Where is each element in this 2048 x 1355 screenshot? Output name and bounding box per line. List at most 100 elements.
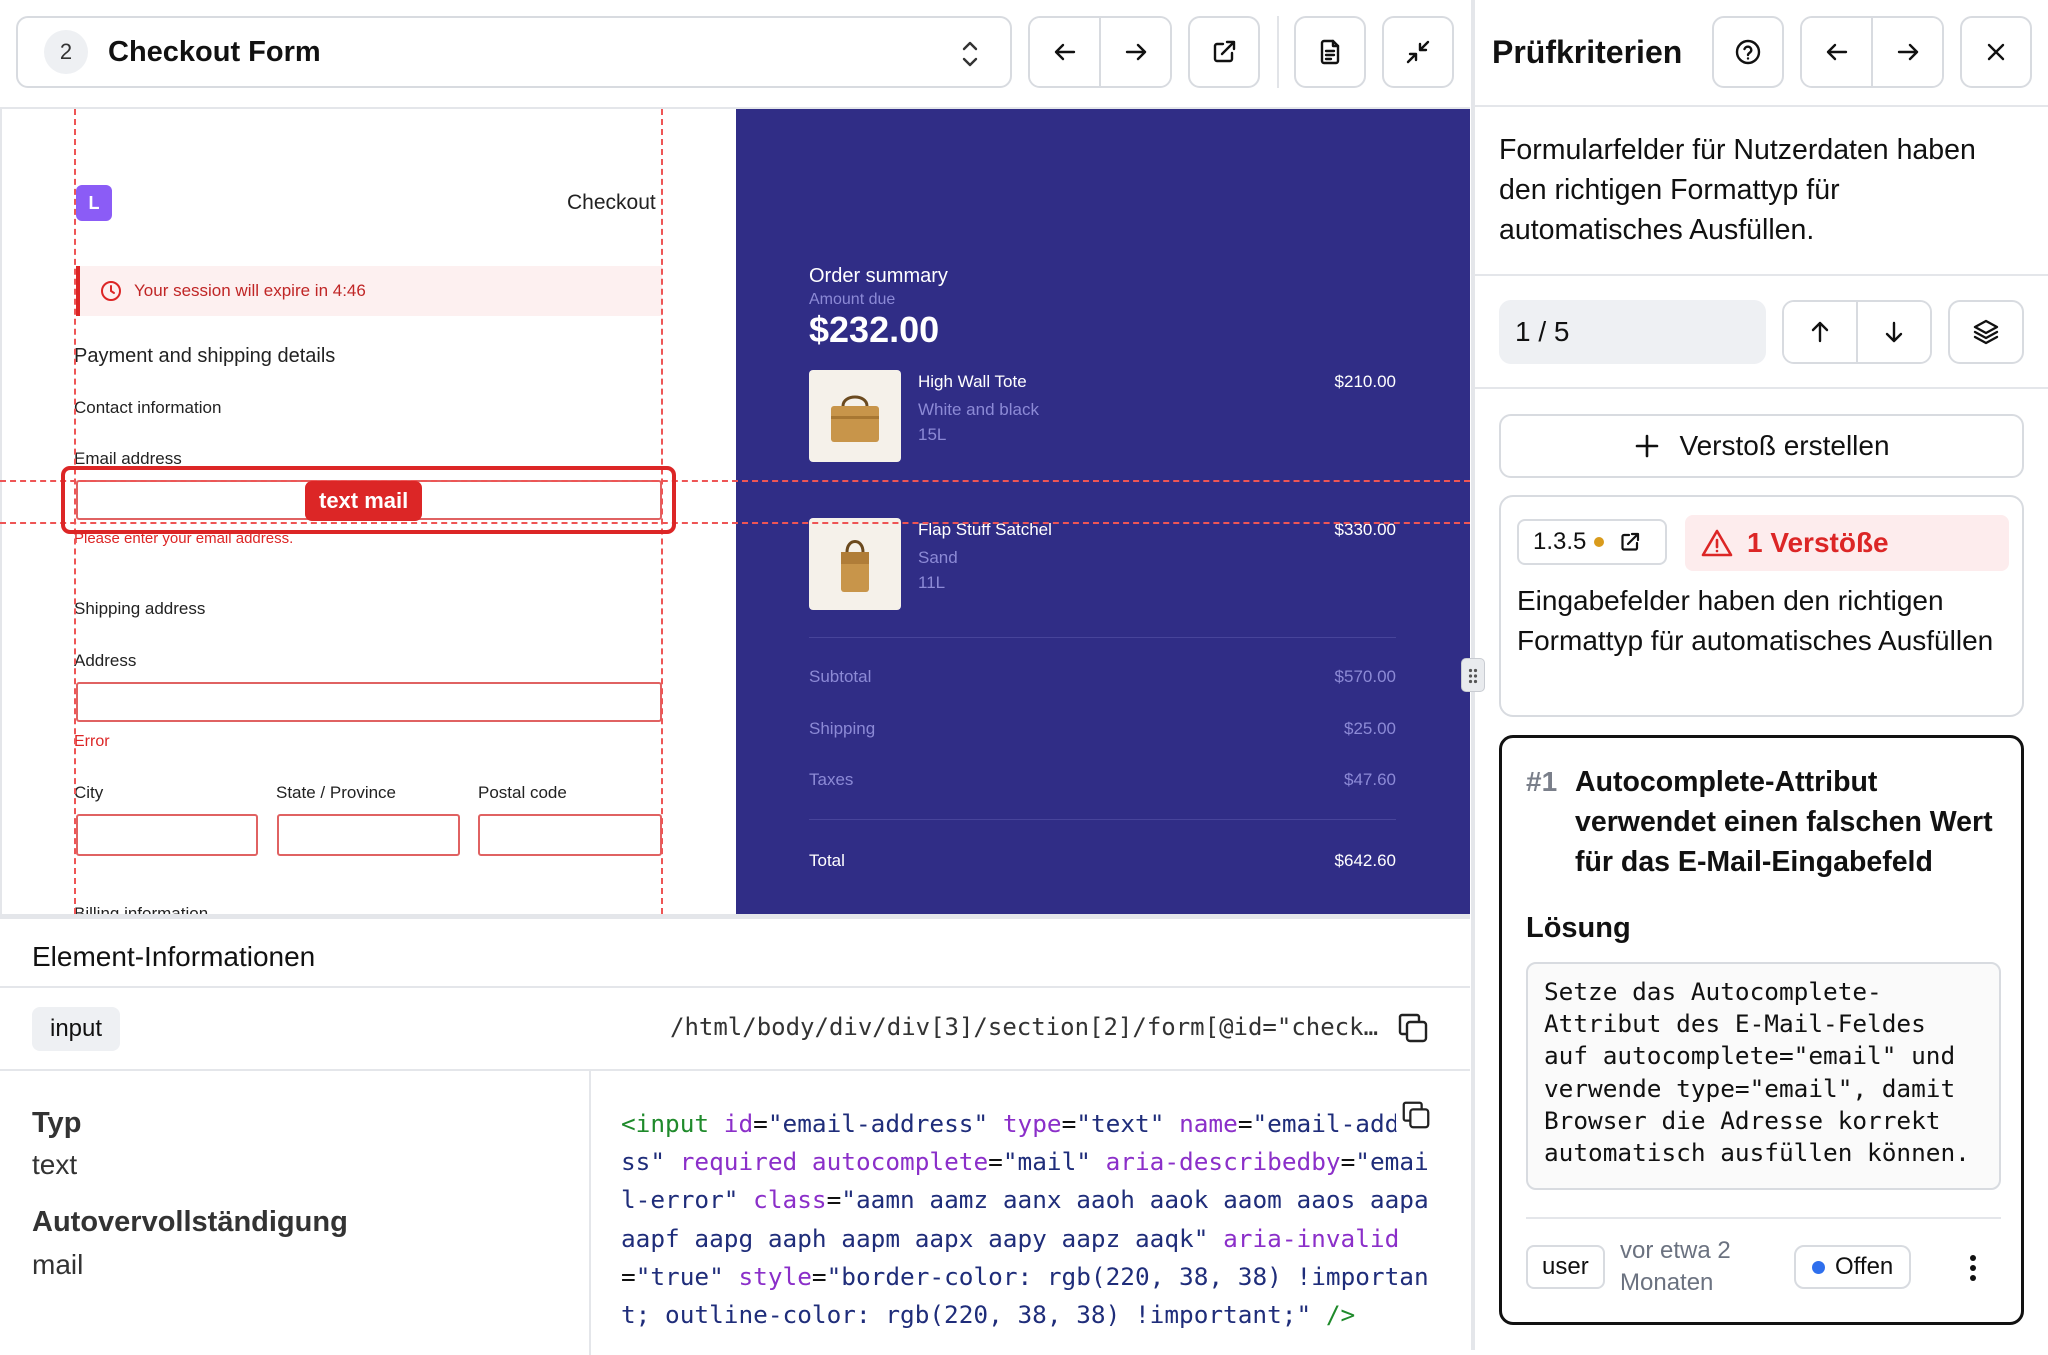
- element-tag-badge: input: [32, 1007, 121, 1051]
- tote-bag-icon: [831, 395, 879, 442]
- clock-icon: [101, 281, 121, 301]
- code-tag: <input: [621, 1109, 710, 1138]
- divider: [1475, 387, 2048, 389]
- address-error-text: Error: [74, 733, 110, 750]
- item-price: $210.00: [1334, 372, 1396, 391]
- help-icon: [1735, 39, 1761, 65]
- city-label: City: [74, 783, 104, 802]
- subtotal-value: $570.00: [1334, 667, 1396, 686]
- product-image-tote: [809, 370, 901, 462]
- amount-due-value: $232.00: [809, 309, 940, 350]
- step-number: 2: [59, 39, 73, 64]
- code-copy-button[interactable]: [1396, 1095, 1436, 1135]
- state-label: State / Province: [276, 783, 397, 802]
- page-preview: L Checkout Your session will expire in 4…: [0, 107, 1470, 914]
- code-attr: autocomplete: [811, 1147, 989, 1177]
- code-attr: class: [753, 1185, 827, 1215]
- next-violation-button[interactable]: [1856, 302, 1930, 362]
- external-link-icon: [1213, 40, 1236, 63]
- status-label: Offen: [1835, 1253, 1894, 1280]
- item-variant: Sand: [918, 548, 958, 567]
- divider: [1475, 274, 2048, 276]
- city-input[interactable]: [76, 814, 258, 856]
- arrow-left-icon: [1826, 43, 1847, 61]
- code-attr: aria-invalid: [1223, 1223, 1400, 1253]
- divider: [0, 986, 1470, 988]
- status-badge[interactable]: Offen: [1794, 1245, 1912, 1289]
- element-info-panel: Element-Informationen input /html/body/d…: [0, 914, 1470, 1355]
- divider: [1526, 1217, 2001, 1219]
- element-xpath: /html/body/div/div[3]/section[2]/form[@i…: [670, 1013, 1379, 1041]
- amount-due-label: Amount due: [809, 291, 896, 308]
- item-variant: White and black: [918, 400, 1039, 419]
- toolbar-divider: [1277, 16, 1279, 88]
- code-value: "text": [1076, 1109, 1165, 1138]
- warning-icon: [1701, 529, 1733, 557]
- document-button[interactable]: [1294, 16, 1366, 88]
- copy-icon[interactable]: [1396, 1011, 1430, 1045]
- open-external-button[interactable]: [1188, 16, 1260, 88]
- prop-key: Autovervollständigung: [32, 1206, 348, 1238]
- rule-card[interactable]: 1.3.5 1 Verstöße Eingabefelder haben den…: [1499, 495, 2024, 717]
- logo: L: [76, 185, 112, 221]
- prop-key: Typ: [32, 1107, 82, 1139]
- code-attr: aria-describedby: [1105, 1147, 1341, 1177]
- billing-info-label: Billing information: [74, 904, 209, 914]
- sc-number: 1.3.5: [1533, 528, 1587, 555]
- criterion-description: Formularfelder für Nutzerdaten haben den…: [1499, 134, 1976, 246]
- issue-timestamp: vor etwa 2 Monaten: [1620, 1237, 1731, 1296]
- shipping-label: Shipping: [809, 719, 876, 738]
- collapse-button[interactable]: [1382, 16, 1454, 88]
- summary-divider: [809, 819, 1396, 820]
- violation-counter-text: 1 / 5: [1515, 316, 1570, 347]
- address-input[interactable]: [76, 682, 662, 722]
- sc-badge[interactable]: 1.3.5: [1517, 519, 1667, 565]
- criteria-nav-group: [1800, 16, 1944, 88]
- previous-criterion-button[interactable]: [1802, 18, 1871, 86]
- element-tag: input: [50, 1015, 103, 1042]
- previous-page-button[interactable]: [1030, 18, 1099, 86]
- section-title: Payment and shipping details: [74, 345, 336, 367]
- previous-violation-button[interactable]: [1784, 302, 1856, 362]
- session-notice-text: Your session will expire in 4:46: [134, 281, 366, 300]
- chevron-updown-icon: [962, 41, 978, 67]
- next-criterion-button[interactable]: [1871, 18, 1942, 86]
- item-size: 11L: [918, 573, 946, 592]
- close-panel-button[interactable]: [1960, 16, 2032, 88]
- solution-heading: Lösung: [1526, 912, 1631, 944]
- issue-card: #1 Autocomplete-Attribut verwendet einen…: [1499, 735, 2024, 1325]
- prop-value: text: [32, 1149, 78, 1180]
- prop-value: mail: [32, 1249, 84, 1280]
- shipping-address-label: Shipping address: [74, 599, 206, 618]
- drag-handle-icon: [1468, 668, 1478, 684]
- taxes-label: Taxes: [809, 770, 854, 789]
- code-value: "email-address": [767, 1109, 989, 1138]
- taxes-value: $47.60: [1344, 770, 1396, 789]
- splitter-handle[interactable]: [1461, 658, 1485, 692]
- layers-button[interactable]: [1948, 300, 2024, 364]
- preview-left-border: [0, 109, 2, 914]
- product-image-satchel: [809, 518, 901, 610]
- code-attr: style: [738, 1261, 812, 1291]
- external-link-icon: [1621, 532, 1640, 551]
- code-attr: name: [1179, 1109, 1238, 1138]
- help-button[interactable]: [1712, 16, 1784, 88]
- order-summary-panel: Order summary Amount due $232.00 High Wa…: [736, 109, 1470, 914]
- violations-count: 1 Verstöße: [1747, 527, 1889, 558]
- postal-input[interactable]: [478, 814, 662, 856]
- total-label: Total: [809, 851, 845, 870]
- state-input[interactable]: [277, 814, 460, 856]
- element-info-title: Element-Informationen: [32, 941, 316, 972]
- panel-title: Prüfkriterien: [1492, 34, 1683, 70]
- more-options-icon[interactable]: [1962, 1252, 1984, 1284]
- element-code: <input id="email-address" type="text" na…: [621, 1109, 1429, 1330]
- shipping-value: $25.00: [1344, 719, 1396, 738]
- copy-icon: [1402, 1101, 1430, 1129]
- page-selector[interactable]: 2 Checkout Form: [16, 16, 1012, 88]
- create-violation-button[interactable]: Verstoß erstellen: [1499, 414, 2024, 478]
- arrow-right-icon: [1897, 43, 1918, 61]
- arrow-down-icon: [1885, 321, 1903, 343]
- item-size: 15L: [918, 425, 947, 444]
- next-page-button[interactable]: [1099, 18, 1170, 86]
- postal-label: Postal code: [478, 783, 567, 802]
